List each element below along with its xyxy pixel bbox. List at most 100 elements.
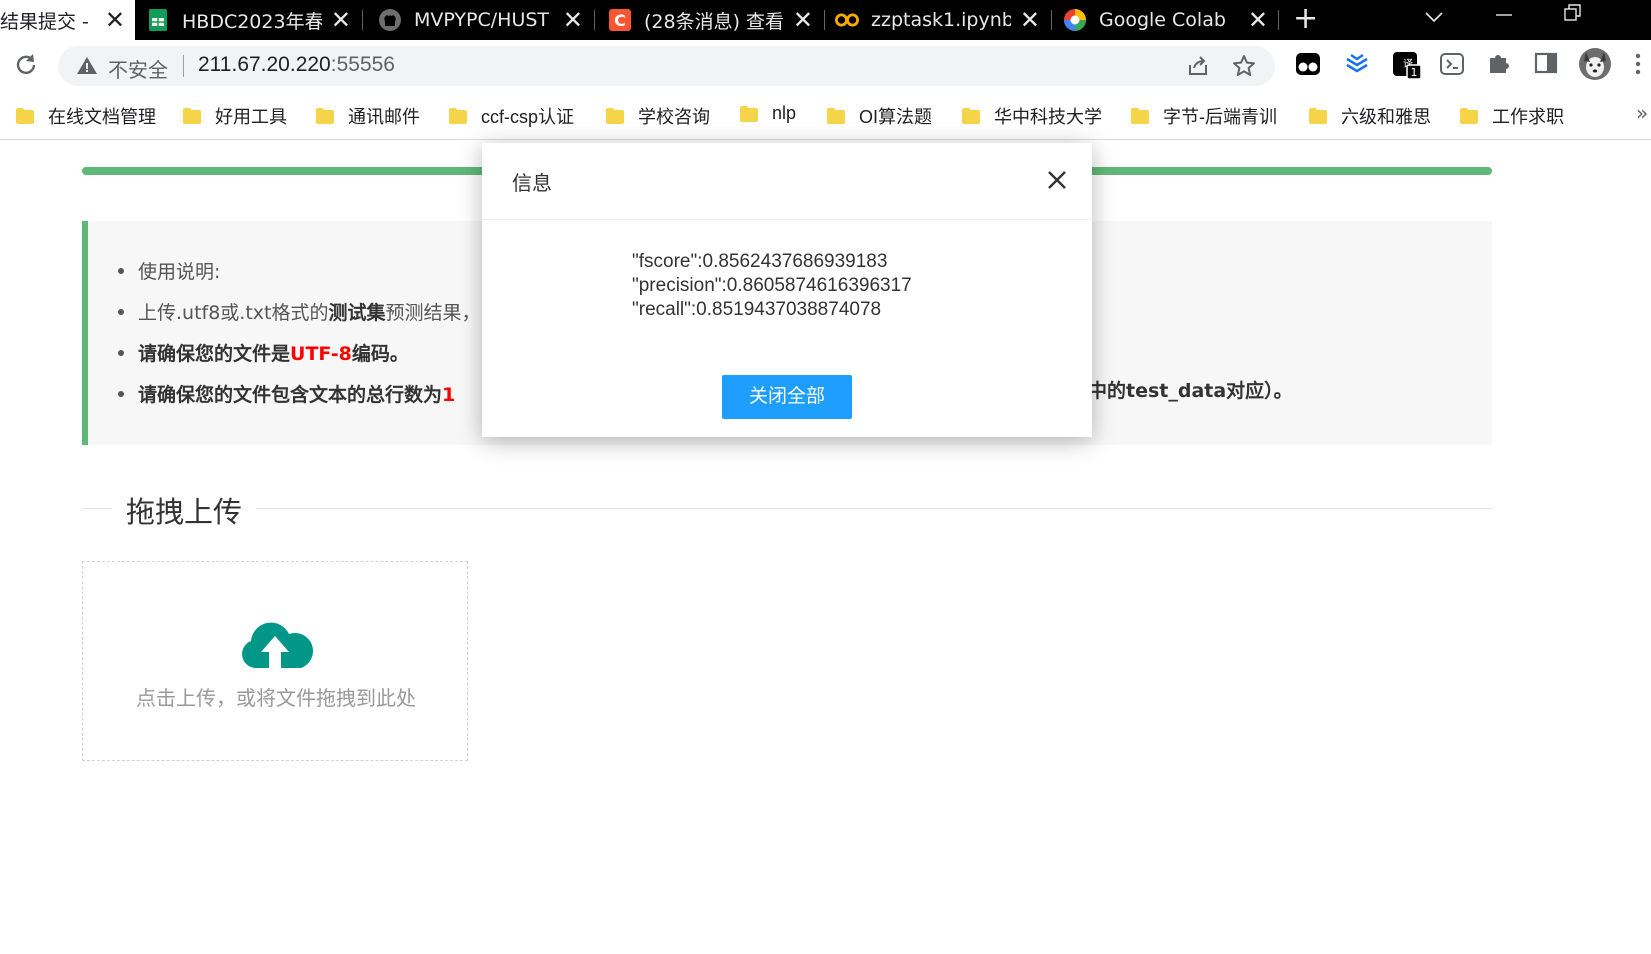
security-label[interactable]: 不安全 (108, 54, 168, 83)
address-toolbar: 不安全 211.67.20.220:55556 译1 (0, 40, 1651, 92)
tab-title: zzptask1.ipynb (871, 9, 1011, 31)
tab-title: MVPYPC/HUST (414, 9, 550, 31)
close-tab-icon[interactable]: ✕ (105, 7, 125, 33)
folder-icon (183, 108, 201, 124)
bookmark-folder[interactable]: 好用工具 (183, 103, 287, 129)
google-colab-icon (1063, 8, 1087, 32)
metric-recall: "recall":0.8519437038874078 (632, 299, 882, 320)
section-divider (82, 508, 1492, 509)
tab-title: (28条消息) 查看 (644, 10, 784, 33)
warning-icon[interactable] (76, 55, 98, 79)
side-panel-icon[interactable] (1533, 50, 1561, 78)
bookmark-label: 工作求职 (1492, 107, 1564, 127)
url-port: :55556 (330, 53, 395, 76)
folder-icon (606, 108, 624, 124)
omnibox-divider (183, 55, 184, 77)
close-icon[interactable] (1044, 167, 1070, 193)
bookmark-label: OI算法题 (859, 107, 933, 127)
minimize-icon[interactable] (1494, 2, 1514, 28)
address-bar[interactable]: 不安全 211.67.20.220:55556 (58, 46, 1275, 86)
folder-icon (1460, 108, 1478, 124)
instruction-item: 上传.utf8或.txt格式的测试集预测结果， (118, 298, 481, 339)
tab-colab-notebook[interactable]: zzptask1.ipynb ✕ (835, 0, 1050, 40)
close-tab-icon[interactable]: ✕ (563, 7, 583, 33)
cloud-upload-icon (235, 614, 315, 674)
dialog-header: 信息 (482, 143, 1092, 220)
bookmark-label: 六级和雅思 (1341, 107, 1431, 127)
browser-menu-icon[interactable] (1634, 50, 1651, 78)
tab-search-icon[interactable] (1424, 4, 1444, 30)
bookmark-folder[interactable]: OI算法题 (827, 103, 932, 129)
folder-icon (827, 108, 845, 124)
tab-title: Google Colab (1099, 9, 1226, 31)
close-tab-icon[interactable]: ✕ (793, 7, 813, 33)
instruction-item: 使用说明: (118, 257, 481, 298)
bookmark-label: 华中科技大学 (994, 107, 1102, 127)
share-icon[interactable] (1186, 54, 1210, 82)
folder-icon (449, 108, 467, 124)
bookmark-folder[interactable]: 六级和雅思 (1309, 103, 1431, 129)
tab-strip: 结果提交 - | ✕ HBDC2023年春 ✕ MVPYPC/HUST ✕ C … (0, 0, 1651, 40)
instruction-highlight: 1 (442, 384, 456, 406)
bookmark-folder[interactable]: 字节-后端青训 (1131, 103, 1277, 129)
close-tab-icon[interactable]: ✕ (331, 7, 351, 33)
extension-layers-icon[interactable] (1343, 50, 1371, 78)
instruction-text: 使用说明: (138, 261, 221, 283)
close-all-button[interactable]: 关闭全部 (722, 375, 852, 419)
bookmark-folder[interactable]: 华中科技大学 (962, 103, 1102, 129)
folder-icon (1131, 108, 1149, 124)
bookmark-label: 字节-后端青训 (1163, 107, 1277, 127)
bookmark-folder[interactable]: 在线文档管理 (16, 103, 156, 129)
instruction-item: 请确保您的文件包含文本的总行数为1 (118, 380, 481, 421)
upload-section-title: 拖拽上传 (112, 489, 257, 531)
bookmark-folder[interactable]: 通讯邮件 (316, 103, 420, 129)
tab-csdn[interactable]: C (28条消息) 查看 ✕ (608, 0, 823, 40)
tab-github[interactable]: MVPYPC/HUST ✕ (378, 0, 593, 40)
bookmark-folder[interactable]: nlp (740, 103, 796, 124)
instruction-tail: 中的test_data对应）。 (1088, 380, 1293, 402)
instruction-item: 请确保您的文件是UTF-8编码。 (118, 339, 481, 380)
close-tab-icon[interactable]: ✕ (1248, 7, 1268, 33)
tab-google-colab[interactable]: Google Colab ✕ (1063, 0, 1278, 40)
tab-sheets[interactable]: HBDC2023年春 ✕ (146, 0, 361, 40)
bookmark-star-icon[interactable] (1232, 54, 1256, 82)
bookmark-folder[interactable]: 工作求职 (1460, 103, 1564, 129)
extension-tampermonkey-icon[interactable] (1294, 50, 1322, 78)
upload-dropzone[interactable]: 点击上传，或将文件拖拽到此处 (82, 561, 468, 761)
metric-precision: "precision":0.8605874616396317 (632, 275, 912, 296)
bookmark-label: 通讯邮件 (348, 107, 420, 127)
bookmark-label: nlp (772, 103, 797, 123)
tab-divider (594, 10, 595, 30)
upload-hint: 点击上传，或将文件拖拽到此处 (136, 686, 416, 710)
url-host: 211.67.20.220 (198, 53, 331, 76)
tab-divider (824, 10, 825, 30)
extension-translate-icon[interactable]: 译1 (1392, 50, 1422, 80)
reload-icon[interactable] (12, 51, 40, 79)
extensions-puzzle-icon[interactable] (1486, 50, 1514, 78)
instruction-text: 上传.utf8或.txt格式的 (138, 302, 329, 324)
profile-avatar[interactable] (1579, 48, 1611, 80)
bookmark-label: 好用工具 (215, 107, 287, 127)
instruction-bold: 请确保您的文件是 (138, 343, 291, 365)
bookmarks-overflow-button[interactable]: » (1636, 101, 1648, 125)
instruction-highlight: UTF-8 (290, 343, 352, 365)
new-tab-button[interactable]: + (1293, 2, 1318, 36)
bookmark-folder[interactable]: 学校咨询 (606, 103, 710, 129)
tab-active[interactable]: 结果提交 - | ✕ (0, 0, 135, 40)
instructions-list: 使用说明: 上传.utf8或.txt格式的测试集预测结果， 请确保您的文件是UT… (118, 257, 481, 421)
tab-divider (362, 10, 363, 30)
bookmark-label: ccf-csp认证 (481, 107, 575, 127)
tab-title: HBDC2023年春 (182, 10, 322, 33)
folder-icon (16, 108, 34, 124)
url-text[interactable]: 211.67.20.220:55556 (198, 53, 395, 77)
bookmark-folder[interactable]: ccf-csp认证 (449, 103, 574, 129)
close-tab-icon[interactable]: ✕ (1020, 7, 1040, 33)
restore-icon[interactable] (1563, 2, 1583, 28)
csdn-icon: C (608, 8, 632, 32)
tab-divider (1278, 10, 1279, 30)
instruction-bold: 请确保您的文件包含文本的总行数为 (138, 384, 443, 406)
folder-icon (740, 105, 758, 122)
extension-console-icon[interactable] (1438, 50, 1466, 78)
sheets-icon (146, 8, 170, 32)
dialog-message: "fscore":0.8562437686939183 "precision":… (632, 250, 912, 322)
